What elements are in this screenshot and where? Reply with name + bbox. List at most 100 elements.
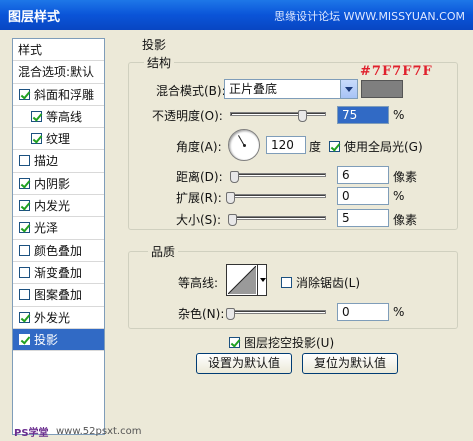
global-light-option[interactable]: 使用全局光(G) xyxy=(329,138,423,155)
title-bar: 图层样式 思缘设计论坛 WWW.MISSYUAN.COM xyxy=(0,0,473,30)
angle-unit: 度 xyxy=(309,140,322,154)
list-item-label: 光泽 xyxy=(34,221,59,236)
opacity-unit: % xyxy=(393,108,405,122)
distance-slider[interactable] xyxy=(230,173,326,177)
checkbox[interactable] xyxy=(19,311,30,323)
distance-slider-thumb[interactable] xyxy=(230,171,239,183)
list-item-label: 等高线 xyxy=(46,109,83,124)
size-slider[interactable] xyxy=(230,216,326,220)
global-light-checkbox[interactable] xyxy=(329,141,340,152)
styles-header[interactable]: 样式 xyxy=(13,39,104,62)
size-slider-thumb[interactable] xyxy=(228,214,237,226)
style-list: 样式 混合选项:默认 斜面和浮雕 等高线 纹理 描边 内阴影 内发光 光泽 颜色… xyxy=(12,38,105,435)
checkbox[interactable] xyxy=(19,155,30,167)
site-watermark: 思缘设计论坛 WWW.MISSYUAN.COM xyxy=(274,10,465,23)
noise-slider-thumb[interactable] xyxy=(226,308,235,320)
list-item-label: 投影 xyxy=(34,332,59,347)
style-item-bevel-emboss[interactable]: 斜面和浮雕 xyxy=(13,84,104,106)
style-item-satin[interactable]: 光泽 xyxy=(13,217,104,240)
style-item-texture[interactable]: 纹理 xyxy=(13,128,104,151)
checkbox[interactable] xyxy=(19,333,30,345)
size-unit: 像素 xyxy=(393,213,418,227)
knockout-checkbox[interactable] xyxy=(229,337,240,348)
knockout-option[interactable]: 图层挖空投影(U) xyxy=(229,334,334,351)
list-item-label: 外发光 xyxy=(34,310,71,325)
contour-label: 等高线: xyxy=(178,276,219,290)
noise-unit: % xyxy=(393,305,405,319)
spread-slider[interactable] xyxy=(230,194,326,198)
structure-group-label: 结构 xyxy=(144,54,175,71)
checkbox[interactable] xyxy=(19,200,30,212)
angle-label: 角度(A): xyxy=(176,140,222,154)
style-item-outer-glow[interactable]: 外发光 xyxy=(13,307,104,329)
anti-alias-option[interactable]: 消除锯齿(L) xyxy=(281,274,360,291)
style-item-stroke[interactable]: 描边 xyxy=(13,150,104,173)
anti-alias-checkbox[interactable] xyxy=(281,277,292,288)
checkbox[interactable] xyxy=(19,222,30,234)
style-item-drop-shadow[interactable]: 投影 xyxy=(13,328,104,352)
spread-unit: % xyxy=(393,189,405,203)
list-item-label: 描边 xyxy=(34,154,59,169)
checkbox[interactable] xyxy=(19,88,30,100)
style-item-pattern-overlay[interactable]: 图案叠加 xyxy=(13,284,104,307)
size-input[interactable]: 5 xyxy=(337,209,389,227)
checkbox[interactable] xyxy=(19,177,30,189)
chevron-down-icon xyxy=(340,80,357,98)
blend-mode-select[interactable]: 正片叠底 xyxy=(224,79,358,99)
list-item-label: 内阴影 xyxy=(34,176,71,191)
contour-picker-button[interactable] xyxy=(257,264,267,296)
distance-unit: 像素 xyxy=(393,170,418,184)
blend-mode-label: 混合模式(B): xyxy=(156,84,226,98)
layer-style-dialog: 图层样式 思缘设计论坛 WWW.MISSYUAN.COM 样式 混合选项:默认 … xyxy=(0,0,473,441)
angle-dial-center xyxy=(243,144,246,147)
distance-input[interactable]: 6 xyxy=(337,166,389,184)
blend-mode-value: 正片叠底 xyxy=(229,82,278,96)
style-item-inner-glow[interactable]: 内发光 xyxy=(13,195,104,218)
opacity-input[interactable]: 75 xyxy=(337,106,389,124)
spread-label: 扩展(R): xyxy=(176,191,222,205)
checkbox[interactable] xyxy=(19,244,30,256)
quality-group-label: 品质 xyxy=(148,243,179,260)
contour-preview[interactable] xyxy=(226,264,258,296)
global-light-label: 使用全局光(G) xyxy=(344,140,423,154)
style-item-contour[interactable]: 等高线 xyxy=(13,106,104,129)
noise-slider[interactable] xyxy=(230,310,326,314)
watermark-right: www.52psxt.com xyxy=(56,426,142,437)
list-item-label: 渐变叠加 xyxy=(34,265,83,280)
section-title: 投影 xyxy=(142,38,167,52)
opacity-slider-thumb[interactable] xyxy=(298,110,307,122)
list-item-label: 图案叠加 xyxy=(34,288,83,303)
shadow-color-swatch[interactable] xyxy=(361,80,403,98)
style-item-gradient-overlay[interactable]: 渐变叠加 xyxy=(13,262,104,285)
checkbox[interactable] xyxy=(31,110,42,122)
watermark-left: PS学堂 xyxy=(14,428,49,439)
style-item-color-overlay[interactable]: 颜色叠加 xyxy=(13,240,104,262)
reset-default-button[interactable]: 复位为默认值 xyxy=(302,353,398,374)
list-item-label: 颜色叠加 xyxy=(34,243,83,258)
color-code-annotation: #7F7F7F xyxy=(360,64,433,79)
blending-options-item[interactable]: 混合选项:默认 xyxy=(13,61,104,84)
checkbox[interactable] xyxy=(19,289,30,301)
list-item-label: 样式 xyxy=(18,43,43,57)
angle-input[interactable]: 120 xyxy=(266,136,306,154)
distance-label: 距离(D): xyxy=(176,170,223,184)
list-item-label: 斜面和浮雕 xyxy=(34,87,95,102)
list-item-label: 纹理 xyxy=(46,132,71,147)
anti-alias-label: 消除锯齿(L) xyxy=(296,276,361,290)
opacity-label: 不透明度(O): xyxy=(152,109,223,123)
checkbox[interactable] xyxy=(31,133,42,145)
style-item-inner-shadow[interactable]: 内阴影 xyxy=(13,173,104,196)
make-default-button[interactable]: 设置为默认值 xyxy=(196,353,292,374)
spread-slider-thumb[interactable] xyxy=(226,192,235,204)
list-item-label: 内发光 xyxy=(34,199,71,214)
checkbox[interactable] xyxy=(19,266,30,278)
list-item-label: 混合选项:默认 xyxy=(18,65,95,80)
angle-dial[interactable] xyxy=(228,129,260,161)
size-label: 大小(S): xyxy=(176,213,222,227)
dialog-title: 图层样式 xyxy=(8,10,61,25)
opacity-slider[interactable] xyxy=(230,112,326,116)
spread-input[interactable]: 0 xyxy=(337,187,389,205)
contour-curve-icon xyxy=(228,266,256,294)
noise-input[interactable]: 0 xyxy=(337,303,389,321)
knockout-label: 图层挖空投影(U) xyxy=(244,336,335,350)
